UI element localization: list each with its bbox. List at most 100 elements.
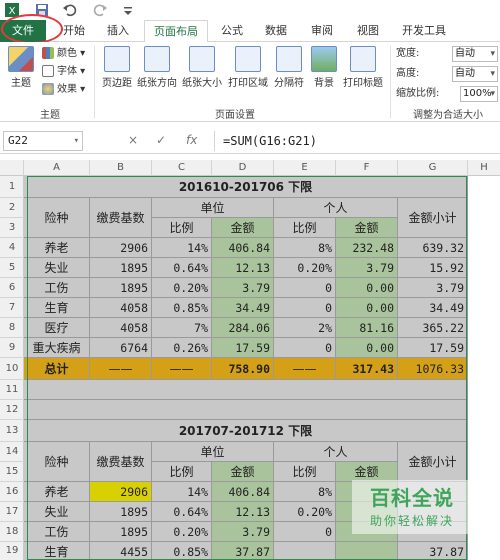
print-titles-button[interactable]: 打印标题 bbox=[340, 46, 386, 89]
height-dropdown[interactable]: 自动 bbox=[452, 66, 498, 82]
column-header[interactable]: D bbox=[212, 160, 274, 176]
cell-person-ratio[interactable]: 0.20% bbox=[274, 258, 336, 278]
tab-review[interactable]: 审阅 bbox=[304, 20, 340, 42]
table1-title[interactable]: 201610-201706 下限 bbox=[24, 176, 468, 198]
header-person[interactable]: 个人 bbox=[274, 198, 398, 218]
theme-fonts-button[interactable]: 字体 ▾ bbox=[42, 64, 85, 80]
cell-risk[interactable]: 医疗 bbox=[24, 318, 90, 338]
header-unit-amount[interactable]: 金额 bbox=[212, 218, 274, 238]
tab-page-layout[interactable]: 页面布局 bbox=[144, 20, 208, 43]
cell-subtotal[interactable]: 3.79 bbox=[398, 278, 468, 298]
cell-person-ratio[interactable]: 8% bbox=[274, 238, 336, 258]
row-header[interactable]: 18 bbox=[0, 522, 24, 542]
cell-unit-ratio[interactable]: 0.20% bbox=[152, 522, 212, 542]
row-header[interactable]: 15 bbox=[0, 462, 24, 482]
header-person[interactable]: 个人 bbox=[274, 442, 398, 462]
row-header[interactable]: 6 bbox=[0, 278, 24, 298]
cell-subtotal[interactable]: 17.59 bbox=[398, 338, 468, 358]
cell-unit-ratio[interactable]: 0.26% bbox=[152, 338, 212, 358]
row-header[interactable]: 12 bbox=[0, 400, 24, 420]
cell-subtotal[interactable]: 365.22 bbox=[398, 318, 468, 338]
cell-person-ratio[interactable]: 0 bbox=[274, 522, 336, 542]
row-header[interactable]: 14 bbox=[0, 442, 24, 462]
cell-unit-amount[interactable]: 34.49 bbox=[212, 298, 274, 318]
tab-file[interactable]: 文件 bbox=[0, 20, 46, 42]
cell-person-amount[interactable]: 0.00 bbox=[336, 278, 398, 298]
cell-base[interactable]: 2906 bbox=[90, 482, 152, 502]
row-header[interactable]: 16 bbox=[0, 482, 24, 502]
header-unit-amount[interactable]: 金额 bbox=[212, 462, 274, 482]
table2-title[interactable]: 201707-201712 下限 bbox=[24, 420, 468, 442]
enter-icon[interactable]: ✓ bbox=[156, 133, 166, 147]
header-risk[interactable]: 险种 bbox=[24, 198, 90, 238]
cell-unit-ratio[interactable]: 0.85% bbox=[152, 298, 212, 318]
cell-person-ratio[interactable]: 0.20% bbox=[274, 502, 336, 522]
header-person-amount[interactable]: 金额 bbox=[336, 462, 398, 482]
header-unit[interactable]: 单位 bbox=[152, 442, 274, 462]
cell-unit-ratio[interactable]: 0.85% bbox=[152, 542, 212, 560]
header-unit-ratio[interactable]: 比例 bbox=[152, 462, 212, 482]
header-unit[interactable]: 单位 bbox=[152, 198, 274, 218]
name-box[interactable]: G22 bbox=[3, 131, 83, 151]
column-header[interactable]: F bbox=[336, 160, 398, 176]
cell-person-amount[interactable]: 232.48 bbox=[336, 238, 398, 258]
row-header[interactable]: 19 bbox=[0, 542, 24, 560]
column-header[interactable]: C bbox=[152, 160, 212, 176]
cell-subtotal[interactable]: 15.92 bbox=[398, 258, 468, 278]
tab-home[interactable]: 开始 bbox=[56, 20, 92, 42]
formula-input[interactable]: =SUM(G16:G21) bbox=[214, 131, 498, 151]
cell-base[interactable]: 4058 bbox=[90, 318, 152, 338]
cell-base[interactable]: 1895 bbox=[90, 522, 152, 542]
header-base[interactable]: 缴费基数 bbox=[90, 198, 152, 238]
tab-developer[interactable]: 开发工具 bbox=[396, 20, 452, 42]
cell-person-ratio[interactable]: 2% bbox=[274, 318, 336, 338]
cell-person-ratio[interactable]: 0 bbox=[274, 298, 336, 318]
row-header[interactable]: 11 bbox=[0, 380, 24, 400]
print-area-button[interactable]: 打印区域 bbox=[226, 46, 270, 89]
width-dropdown[interactable]: 自动 bbox=[452, 46, 498, 62]
row-header[interactable]: 4 bbox=[0, 238, 24, 258]
select-all-corner[interactable] bbox=[0, 160, 24, 176]
column-header[interactable]: B bbox=[90, 160, 152, 176]
cell-subtotal[interactable]: 639.32 bbox=[398, 238, 468, 258]
header-base[interactable]: 缴费基数 bbox=[90, 442, 152, 482]
margins-button[interactable]: 页边距 bbox=[98, 46, 136, 89]
cell-unit-amount[interactable]: 12.13 bbox=[212, 258, 274, 278]
cell-risk[interactable]: 重大疾病 bbox=[24, 338, 90, 358]
cell-base[interactable]: 1895 bbox=[90, 502, 152, 522]
tab-insert[interactable]: 插入 bbox=[100, 20, 136, 42]
cell-person-ratio[interactable]: 0 bbox=[274, 278, 336, 298]
row-header[interactable]: 2 bbox=[0, 198, 24, 218]
cell-risk[interactable]: 养老 bbox=[24, 238, 90, 258]
row-header[interactable]: 8 bbox=[0, 318, 24, 338]
row-header[interactable]: 1 bbox=[0, 176, 24, 198]
cell-base[interactable]: 2906 bbox=[90, 238, 152, 258]
cell-risk[interactable]: 生育 bbox=[24, 542, 90, 560]
cell-subtotal[interactable]: 37.87 bbox=[398, 542, 468, 560]
header-subtotal[interactable]: 金额小计 bbox=[398, 442, 468, 482]
row-header[interactable]: 7 bbox=[0, 298, 24, 318]
cell-unit-ratio[interactable]: 14% bbox=[152, 482, 212, 502]
cell-unit-amount[interactable]: 17.59 bbox=[212, 338, 274, 358]
cell-unit-amount[interactable]: 284.06 bbox=[212, 318, 274, 338]
cancel-icon[interactable]: × bbox=[128, 133, 138, 147]
total-unit-ratio[interactable]: —— bbox=[152, 358, 212, 380]
empty-column-h[interactable] bbox=[468, 176, 500, 560]
cell-subtotal[interactable]: 34.49 bbox=[398, 298, 468, 318]
cell-unit-ratio[interactable]: 0.64% bbox=[152, 258, 212, 278]
tab-data[interactable]: 数据 bbox=[258, 20, 294, 42]
cell-risk[interactable]: 失业 bbox=[24, 258, 90, 278]
breaks-button[interactable]: 分隔符 bbox=[270, 46, 308, 89]
cell-risk[interactable]: 养老 bbox=[24, 482, 90, 502]
total-base[interactable]: —— bbox=[90, 358, 152, 380]
cell-base[interactable]: 1895 bbox=[90, 278, 152, 298]
cell-person-amount[interactable]: 81.16 bbox=[336, 318, 398, 338]
cell-person-amount[interactable]: 3.79 bbox=[336, 258, 398, 278]
row-header[interactable]: 3 bbox=[0, 218, 24, 238]
total-unit-amount[interactable]: 758.90 bbox=[212, 358, 274, 380]
cell-unit-ratio[interactable]: 0.20% bbox=[152, 278, 212, 298]
cell-person-amount[interactable]: 0.00 bbox=[336, 298, 398, 318]
row-header[interactable]: 13 bbox=[0, 420, 24, 442]
customize-qat-icon[interactable] bbox=[120, 2, 136, 18]
theme-effects-button[interactable]: 效果 ▾ bbox=[42, 82, 85, 98]
